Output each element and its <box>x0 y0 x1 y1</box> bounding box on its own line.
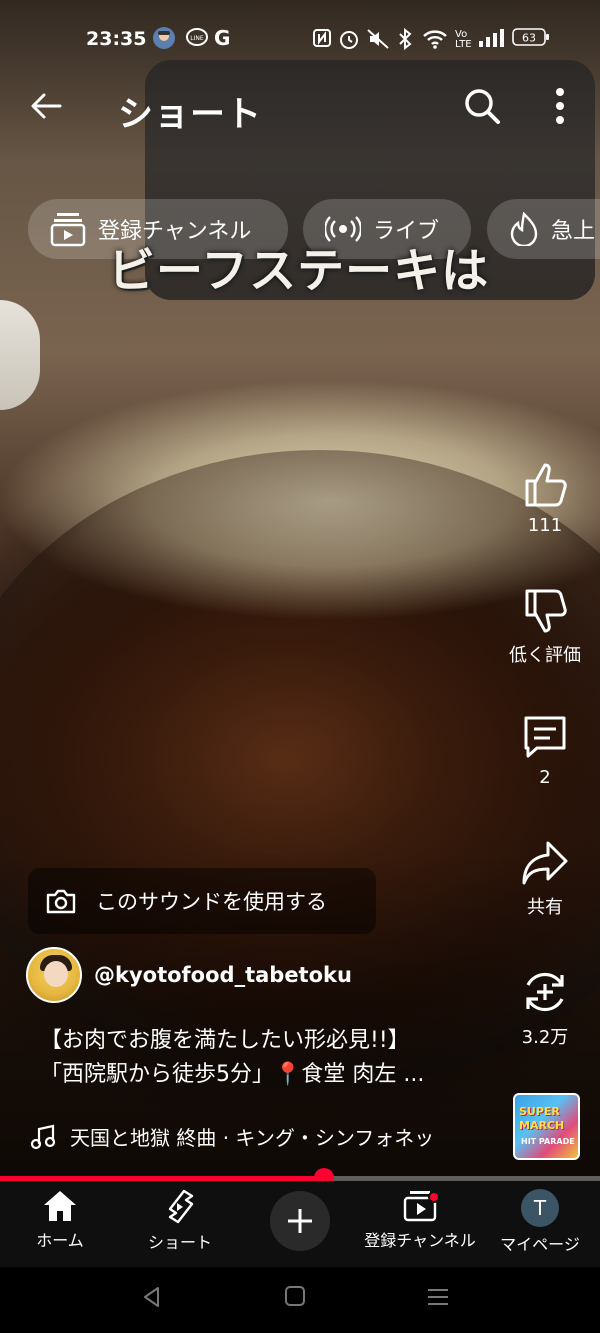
video-caption-overlay: ビーフステーキは <box>108 244 490 299</box>
trending-icon <box>510 212 538 246</box>
nav-you-label: マイページ <box>500 1235 580 1254</box>
like-count: 111 <box>527 515 563 536</box>
nav-you[interactable]: T マイページ <box>480 1189 600 1255</box>
user-avatar: T <box>521 1189 559 1227</box>
search-icon[interactable] <box>462 86 502 126</box>
comment-icon <box>524 716 566 758</box>
plus-icon <box>288 1209 312 1233</box>
volte-icon: Vo LTE <box>455 29 472 50</box>
channel-avatar[interactable] <box>26 947 82 1003</box>
svg-text:LINE: LINE <box>190 35 204 42</box>
system-recents-icon[interactable] <box>426 1285 450 1309</box>
remix-icon <box>526 972 564 1012</box>
google-icon: G <box>214 26 231 50</box>
dislike-button[interactable]: 低く評価 <box>490 587 600 667</box>
mute-icon <box>366 28 390 55</box>
create-button[interactable] <box>270 1191 330 1251</box>
share-button[interactable]: 共有 <box>490 839 600 919</box>
remix-count: 3.2万 <box>521 1027 569 1048</box>
nav-home[interactable]: ホーム <box>0 1189 120 1251</box>
page-title: ショート <box>118 95 263 135</box>
nav-home-label: ホーム <box>36 1231 84 1250</box>
description-line-1: 【お肉でお腹を満たしたい形必見!!】 <box>40 1028 410 1053</box>
dislike-label: 低く評価 <box>509 645 581 666</box>
bottom-nav: ホーム ショート 登録チャンネル T マイページ <box>0 1181 600 1267</box>
avatar-notification-icon <box>152 26 176 55</box>
video-background-bowl <box>0 300 40 410</box>
share-label: 共有 <box>527 897 563 918</box>
bluetooth-icon <box>398 27 412 55</box>
more-vert-icon[interactable] <box>548 86 572 126</box>
nav-shorts[interactable]: ショート <box>120 1189 240 1253</box>
remix-button[interactable]: 3.2万 <box>490 967 600 1049</box>
channel-row[interactable]: @kyotofood_tabetoku <box>26 946 352 1004</box>
top-bar: ショート <box>0 78 600 138</box>
status-bar: 23:35 LINE G Vo LTE 63 <box>0 22 600 58</box>
music-row[interactable]: 天国と地獄 終曲 · キング・シンフォネッ <box>30 1122 490 1151</box>
back-arrow-icon[interactable] <box>28 88 64 130</box>
use-sound-label: このサウンドを使用する <box>96 890 327 914</box>
battery-icon: 63 <box>512 26 550 53</box>
description-line-2: 「西院駅から徒歩5分」📍食堂 肉左 ... <box>40 1062 425 1087</box>
nav-subscriptions-label: 登録チャンネル <box>364 1231 476 1250</box>
share-icon <box>522 841 568 885</box>
wifi-icon <box>422 28 448 55</box>
subscriptions-icon <box>50 213 86 247</box>
music-track: 天国と地獄 終曲 · キング・シンフォネッ <box>70 1126 435 1150</box>
svg-text:63: 63 <box>522 32 536 45</box>
nav-shorts-label: ショート <box>147 1233 212 1252</box>
like-button[interactable]: 111 <box>490 461 600 536</box>
thumbs-up-icon <box>525 463 567 507</box>
chip-label: 急上 <box>551 219 596 244</box>
use-sound-button[interactable]: このサウンドを使用する <box>28 868 376 934</box>
music-note-icon <box>30 1124 56 1149</box>
nfc-icon <box>312 28 332 53</box>
shorts-icon <box>168 1189 194 1224</box>
camera-icon <box>46 889 76 914</box>
signal-icon <box>478 28 504 53</box>
video-description[interactable]: 【お肉でお腹を満たしたい形必見!!】 「西院駅から徒歩5分」📍食堂 肉左 ... <box>40 1024 500 1092</box>
home-icon <box>44 1191 76 1221</box>
chip-trending[interactable]: 急上 <box>487 199 600 259</box>
thumbs-down-icon <box>525 589 567 633</box>
system-nav-bar <box>0 1267 600 1333</box>
alarm-icon <box>338 28 360 55</box>
album-art[interactable]: SUPER MARCH HIT PARADE <box>513 1093 580 1160</box>
nav-subscriptions[interactable]: 登録チャンネル <box>360 1189 480 1251</box>
system-home-icon[interactable] <box>284 1285 306 1307</box>
comment-count: 2 <box>539 767 551 788</box>
notification-dot <box>428 1191 440 1203</box>
comments-button[interactable]: 2 <box>490 713 600 788</box>
channel-handle[interactable]: @kyotofood_tabetoku <box>94 963 352 987</box>
line-app-icon: LINE <box>186 28 208 53</box>
system-back-icon[interactable] <box>140 1285 164 1309</box>
status-time: 23:35 <box>86 28 147 50</box>
